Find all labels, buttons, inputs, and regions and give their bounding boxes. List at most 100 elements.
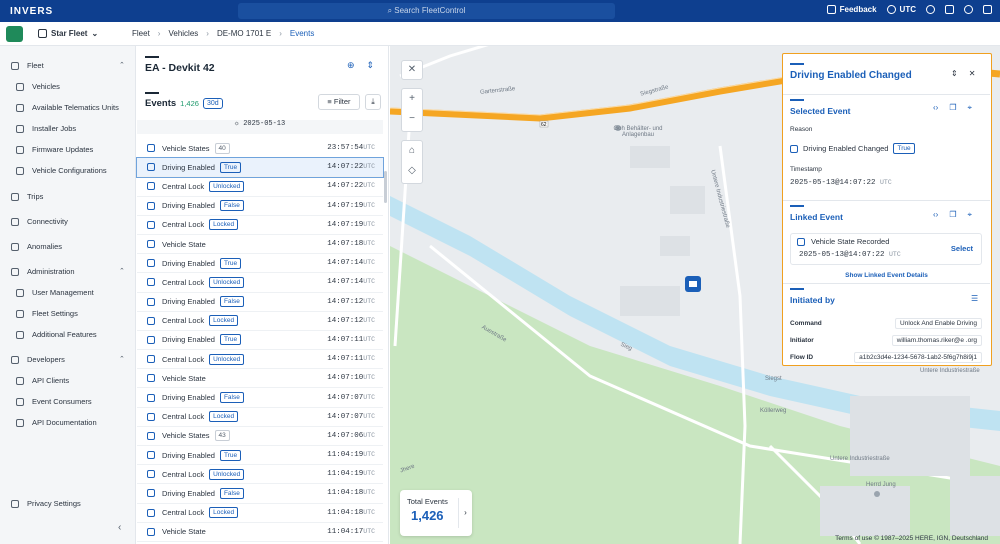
close-map-icon[interactable]: ✕ (401, 60, 423, 80)
sidebar-item-anomalies[interactable]: Anomalies (11, 242, 62, 251)
location-icon[interactable]: ⌖ (968, 210, 973, 220)
event-row[interactable]: Central Lock Unlocked 14:07:11UTC (137, 350, 383, 370)
event-badge: False (219, 296, 244, 308)
sidebar-item-api-clients[interactable]: API Clients (16, 376, 69, 385)
home-icon[interactable]: ⌂ (402, 141, 422, 161)
sidebar-item-fleet-settings[interactable]: Fleet Settings (16, 309, 78, 318)
account-icon[interactable] (964, 5, 973, 14)
map-attribution[interactable]: Terms of use © 1987–2025 HERE, IGN, Deut… (835, 535, 988, 542)
scrollbar[interactable] (384, 171, 387, 203)
initiator-value[interactable]: william.thomas.riker@e .org (891, 335, 982, 346)
filter-button[interactable]: ≡ Filter (318, 94, 360, 110)
total-events-card: Total Events 1,426 › (400, 490, 472, 536)
event-row[interactable]: Driving Enabled False 14:07:07UTC (137, 388, 383, 408)
accent-line (790, 99, 804, 101)
chevron-up-icon[interactable]: ⌃ (119, 267, 125, 275)
expand-icon[interactable]: ⇕ (951, 69, 958, 78)
download-icon[interactable]: ⤓ (365, 94, 381, 110)
copy-icon[interactable]: ❐ (949, 103, 956, 113)
crumb-vehicle[interactable]: DE-MO 1701 E (217, 29, 271, 38)
sidebar-item-privacy[interactable]: Privacy Settings (11, 499, 81, 508)
sidebar-item-consumers[interactable]: Event Consumers (16, 397, 92, 406)
bell-icon[interactable] (945, 5, 954, 14)
event-time: 14:07:07UTC (327, 412, 375, 421)
chevron-up-icon[interactable]: ⌃ (119, 61, 125, 69)
sidebar-item-api-docs[interactable]: API Documentation (16, 418, 97, 427)
crumb-fleet[interactable]: Fleet (132, 29, 150, 38)
event-row[interactable]: Central Lock Locked 14:07:12UTC (137, 312, 383, 331)
sun-icon: ☼ (234, 120, 244, 128)
list-icon[interactable]: ☰ (971, 294, 978, 303)
event-row[interactable]: Driving Enabled False 14:07:12UTC (137, 293, 383, 312)
events-header: Events 1,426 30d (145, 98, 223, 109)
search-input[interactable]: ⌕ Search FleetControl (238, 3, 615, 19)
sidebar-item-fleet[interactable]: Fleet (11, 61, 44, 70)
sidebar-item-telematics[interactable]: Available Telematics Units (16, 103, 119, 112)
event-row[interactable]: Vehicle State 11:04:17UTC (137, 523, 383, 542)
event-badge: Unlocked (209, 276, 245, 288)
select-button[interactable]: Select (951, 244, 973, 253)
logout-icon[interactable] (983, 5, 992, 14)
trips-icon (11, 192, 19, 201)
collapse-sidebar-icon[interactable]: ‹ (118, 522, 121, 533)
sidebar-item-configs[interactable]: Vehicle Configurations (16, 166, 107, 175)
zoom-control[interactable]: + − (401, 88, 423, 132)
layers-icon[interactable]: ◇ (402, 161, 422, 181)
event-row[interactable]: Central Lock Unlocked 14:07:14UTC (137, 273, 383, 293)
sidebar-item-administration[interactable]: Administration (11, 267, 75, 276)
help-icon[interactable] (926, 5, 935, 14)
zoom-to-vehicle-icon[interactable]: ⊕ (347, 60, 355, 71)
location-icon[interactable]: ⌖ (968, 103, 973, 113)
sidebar-item-developers[interactable]: Developers (11, 355, 65, 364)
event-name: Driving Enabled (162, 393, 215, 403)
event-row[interactable]: Vehicle State 14:07:10UTC (137, 369, 383, 389)
timezone-button[interactable]: UTC (886, 5, 916, 14)
sidebar-item-features[interactable]: Additional Features (16, 330, 97, 339)
event-row[interactable]: Central Lock Locked 11:04:18UTC (137, 504, 383, 523)
range-selector[interactable]: 30d (202, 98, 223, 109)
event-row[interactable]: Central Lock Unlocked 14:07:22UTC (137, 177, 383, 197)
event-row[interactable]: Vehicle States 43 14:07:06UTC (137, 427, 383, 446)
zoom-in-icon[interactable]: + (402, 89, 422, 109)
event-row[interactable]: Central Lock Locked 14:07:19UTC (137, 216, 383, 235)
sidebar-item-firmware[interactable]: Firmware Updates (16, 145, 93, 154)
org-selector[interactable]: Star Fleet ⌄ (38, 29, 98, 38)
event-row[interactable]: Central Lock Unlocked 11:04:19UTC (137, 465, 383, 485)
event-row[interactable]: Driving Enabled True 14:07:22UTC (136, 157, 384, 179)
chevron-up-icon[interactable]: ⌃ (119, 355, 125, 363)
close-icon[interactable]: ✕ (969, 69, 976, 78)
total-events-value: 1,426 (411, 508, 444, 523)
event-badge: 43 (214, 430, 230, 442)
sidebar-item-vehicles[interactable]: Vehicles (16, 82, 60, 91)
show-linked-details-link[interactable]: Show Linked Event Details (783, 272, 990, 279)
event-row[interactable]: Driving Enabled False 14:07:19UTC (137, 197, 383, 216)
invers-logo[interactable]: INVERS (10, 6, 53, 17)
event-row[interactable]: Vehicle States 40 23:57:54UTC (137, 139, 383, 159)
state-icon (147, 431, 155, 440)
chevron-right-icon[interactable]: › (458, 498, 472, 528)
code-icon[interactable]: ‹› (933, 103, 938, 113)
expand-icon[interactable]: ⇕ (367, 60, 375, 71)
app-logo[interactable] (6, 26, 23, 42)
copy-icon[interactable]: ❐ (949, 210, 956, 220)
event-row[interactable]: Driving Enabled False 11:04:18UTC (137, 484, 383, 504)
crumb-vehicles[interactable]: Vehicles (168, 29, 198, 38)
org-icon (38, 29, 47, 38)
feedback-button[interactable]: Feedback (826, 5, 877, 14)
event-row[interactable]: Vehicle State 14:07:18UTC (137, 235, 383, 255)
event-row[interactable]: Central Lock Locked 14:07:07UTC (137, 408, 383, 427)
event-row[interactable]: Driving Enabled True 14:07:14UTC (137, 254, 383, 274)
event-badge: Locked (209, 219, 239, 231)
sidebar-item-connectivity[interactable]: Connectivity (11, 217, 68, 226)
event-row[interactable]: Driving Enabled True 11:04:19UTC (137, 446, 383, 466)
event-row[interactable]: Driving Enabled True 14:07:11UTC (137, 331, 383, 351)
event-name: Vehicle State (162, 373, 206, 383)
code-icon[interactable]: ‹› (933, 210, 938, 220)
zoom-out-icon[interactable]: − (402, 109, 422, 129)
sidebar-item-trips[interactable]: Trips (11, 192, 43, 201)
sidebar-item-users[interactable]: User Management (16, 288, 94, 297)
privacy-icon (11, 499, 19, 508)
map-tools[interactable]: ⌂ ◇ (401, 140, 423, 184)
sidebar-item-installer[interactable]: Installer Jobs (16, 124, 76, 133)
event-time: 14:07:11UTC (327, 335, 375, 344)
